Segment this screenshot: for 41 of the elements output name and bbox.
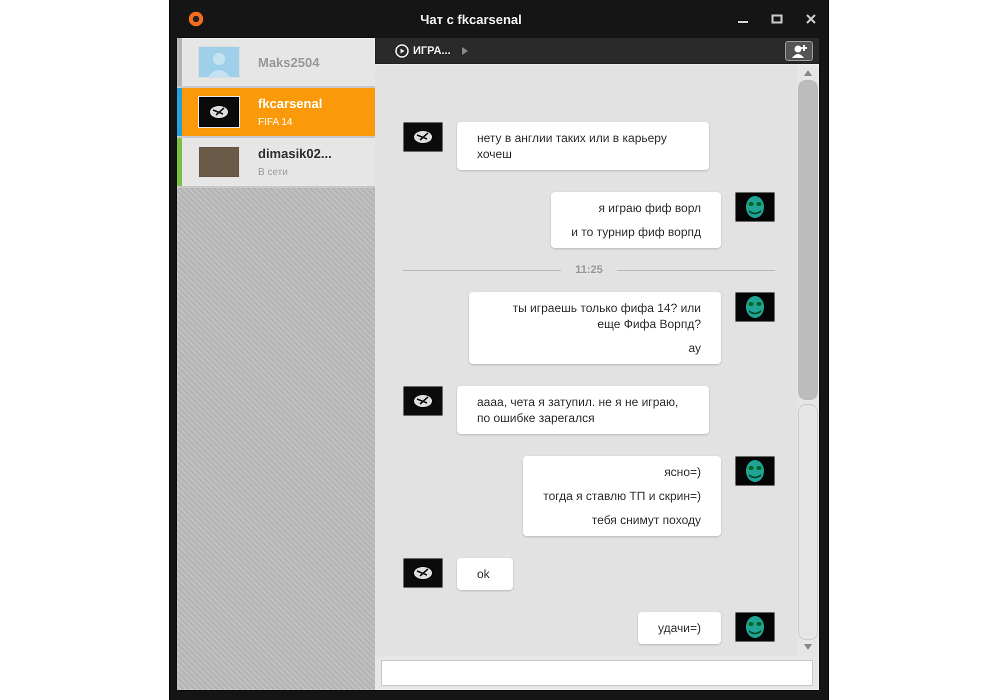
message-text: аааа, чета я затупил. не я не играю, по ошибке зарегался: [477, 394, 680, 426]
avatar-icon: [735, 612, 775, 642]
contact-name: Maks2504: [258, 54, 320, 70]
avatar-icon: [198, 96, 240, 128]
add-friend-button[interactable]: [785, 41, 813, 61]
window-title: Чат с fkcarsenal: [419, 12, 523, 26]
contact-item[interactable]: dimasik02... В сети: [177, 138, 375, 188]
message-text: тогда я ставлю ТП и скрин=): [543, 488, 701, 504]
message-text: ты играешь только фифа 14? или еще Фифа Ворпд?: [512, 300, 701, 332]
avatar-icon: [403, 122, 443, 152]
contact-name: fkcarsenal: [258, 96, 322, 111]
photo-placeholder: [198, 146, 240, 178]
avatar-icon: [735, 456, 775, 486]
contact-name: dimasik02...: [258, 146, 332, 161]
close-icon[interactable]: [805, 13, 817, 25]
scrollbar[interactable]: [797, 64, 819, 656]
message-text: нету в англии таких или в карьеру хочеш: [477, 130, 668, 162]
avatar-placeholder-icon: [198, 46, 240, 78]
message-text: я играю фиф ворл: [597, 200, 701, 216]
avatar-icon: [403, 558, 443, 588]
caret-icon[interactable]: [460, 46, 469, 56]
avatar-icon: [735, 292, 775, 322]
message-text: ok: [477, 566, 491, 582]
add-person-icon: [790, 44, 808, 58]
message-text: ясно=): [663, 464, 701, 480]
avatar-icon: [735, 192, 775, 222]
message-input[interactable]: [381, 660, 813, 686]
contact-status: В сети: [258, 167, 289, 178]
timestamp: 11:25: [575, 264, 603, 276]
message-text: удачи=): [658, 620, 701, 636]
message-text: тебя снимут походу: [590, 512, 701, 528]
maximize-icon[interactable]: [771, 13, 783, 25]
avatar-icon: [403, 386, 443, 416]
message-text: ау: [687, 340, 701, 356]
playing-button[interactable]: ИГРА...: [395, 44, 451, 58]
message-text: и то турнир фиф ворпд: [571, 224, 701, 240]
app-logo-icon: [187, 10, 205, 28]
play-icon: [395, 44, 409, 58]
scroll-down-icon[interactable]: [804, 644, 812, 650]
contact-status: FIFA 14: [258, 117, 294, 128]
scroll-up-icon[interactable]: [804, 70, 812, 76]
